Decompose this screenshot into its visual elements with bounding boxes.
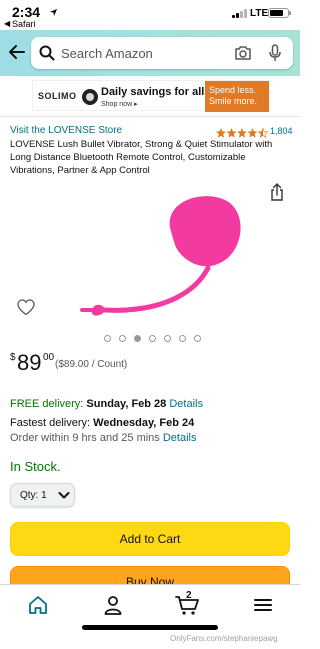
battery-icon: [268, 8, 291, 18]
location-arrow-icon: [49, 8, 58, 17]
fastest-delivery-label: Fastest delivery:: [10, 417, 91, 429]
store-link[interactable]: Visit the LOVENSE Store: [10, 125, 122, 136]
search-input[interactable]: [61, 44, 231, 62]
quantity-label: Qty: 1: [20, 490, 47, 501]
carousel-dot[interactable]: [194, 335, 201, 342]
carousel-dot[interactable]: [149, 335, 156, 342]
carousel-dot-active[interactable]: [134, 335, 141, 342]
network-type: LTE: [250, 8, 269, 19]
add-to-cart-button[interactable]: Add to Cart: [10, 522, 290, 556]
share-icon[interactable]: [270, 183, 284, 201]
product-image[interactable]: [70, 183, 250, 328]
status-bar: 2:34 ◀ Safari LTE: [0, 0, 300, 30]
price-fraction: 00: [43, 352, 55, 363]
order-within: Order within 9 hrs and 25 mins Details: [10, 432, 196, 444]
banner-title: Daily savings for all: [101, 86, 205, 98]
free-delivery-label: FREE delivery:: [10, 398, 84, 410]
carousel-dot[interactable]: [119, 335, 126, 342]
account-icon[interactable]: [102, 594, 124, 616]
back-to-app-label[interactable]: Safari: [12, 19, 36, 29]
back-to-app-arrow-icon[interactable]: ◀: [4, 19, 10, 28]
bottom-nav: 2 OnlyFans.com/stephaniepawg: [0, 584, 300, 649]
banner-shop-now-link[interactable]: Shop now ▸: [101, 100, 138, 108]
carousel-dot[interactable]: [179, 335, 186, 342]
cart-count: 2: [186, 590, 192, 601]
banner-offer-line2: Smile more.: [209, 96, 258, 106]
star-icon: [216, 128, 268, 138]
solimo-logo: SOLIMO: [38, 91, 77, 101]
search-header: [0, 30, 300, 76]
fastest-delivery: Fastest delivery: Wednesday, Feb 24: [10, 417, 194, 429]
search-box[interactable]: [31, 37, 293, 69]
back-arrow-icon[interactable]: [8, 43, 26, 61]
carousel-dot[interactable]: [104, 335, 111, 342]
stock-status: In Stock.: [10, 459, 61, 474]
free-delivery: FREE delivery: Sunday, Feb 28 Details: [10, 398, 203, 410]
price-whole: 89: [17, 350, 42, 375]
promo-banner[interactable]: SOLIMO Daily savings for all Shop now ▸ …: [0, 76, 300, 116]
microphone-icon[interactable]: [269, 44, 281, 62]
chevron-down-icon: [58, 492, 70, 499]
search-icon: [39, 45, 55, 61]
free-delivery-date: Sunday, Feb 28: [86, 398, 167, 410]
status-time: 2:34: [12, 4, 41, 20]
home-indicator: [82, 625, 218, 630]
free-delivery-details-link[interactable]: Details: [169, 398, 203, 410]
star-rating[interactable]: [216, 125, 270, 138]
fastest-delivery-date: Wednesday, Feb 24: [93, 417, 195, 429]
quantity-select[interactable]: Qty: 1: [10, 483, 75, 507]
banner-product-image: [82, 89, 98, 105]
camera-icon[interactable]: [234, 45, 252, 61]
banner-offer: Spend less. Smile more.: [205, 81, 269, 112]
watermark: OnlyFans.com/stephaniepawg: [170, 634, 278, 643]
order-within-text: Order within 9 hrs and 25 mins: [10, 432, 160, 444]
cell-signal-icon: [232, 9, 248, 18]
menu-icon[interactable]: [252, 594, 274, 616]
home-icon[interactable]: [27, 594, 49, 616]
divider: [0, 116, 300, 117]
product-title: LOVENSE Lush Bullet Vibrator, Strong & Q…: [10, 139, 273, 176]
quantity-label-text: Qty:: [20, 490, 39, 501]
heart-icon[interactable]: [17, 299, 35, 316]
price-per-unit: ($89.00 / Count): [55, 359, 128, 370]
price-symbol: $: [10, 352, 16, 363]
rating-count[interactable]: 1,804: [270, 126, 293, 136]
quantity-value: 1: [41, 490, 47, 501]
banner-offer-line1: Spend less.: [209, 85, 257, 95]
order-details-link[interactable]: Details: [163, 432, 197, 444]
promo-banner-inner[interactable]: SOLIMO Daily savings for all Shop now ▸ …: [32, 80, 269, 112]
carousel-dot[interactable]: [164, 335, 171, 342]
